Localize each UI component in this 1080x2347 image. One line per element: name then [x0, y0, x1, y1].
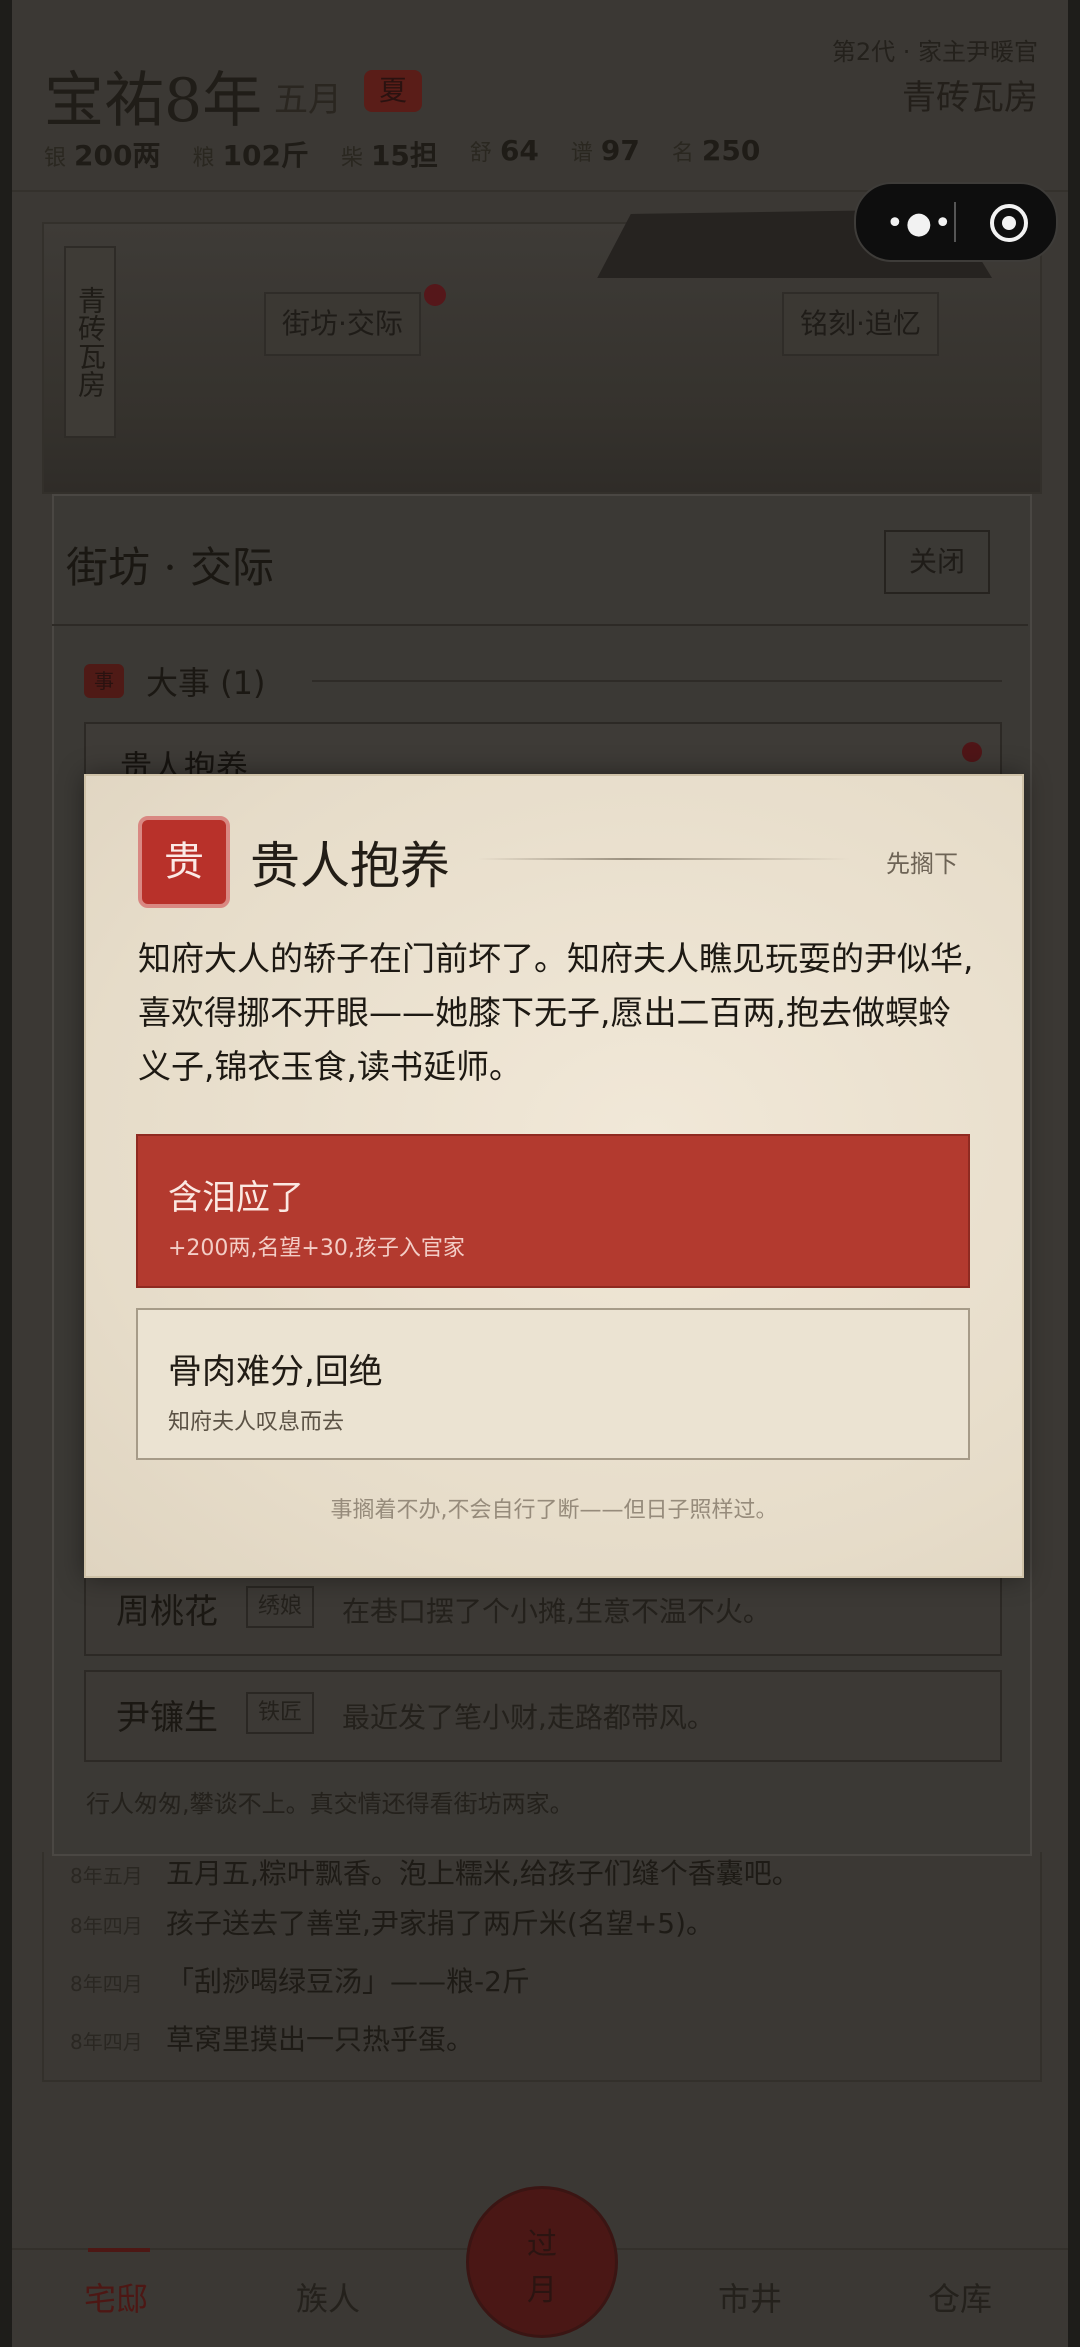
- panel-title: 街坊 · 交际: [66, 543, 275, 592]
- option-effect: +200两,名望+30,孩子入官家: [168, 1236, 465, 1261]
- house-vertical-tag: 青砖瓦房: [64, 246, 116, 438]
- log-item: 8年五月 五月五,粽叶飘香。泡上糯米,给孩子们缝个香囊吧。: [70, 1857, 800, 1890]
- log-item: 8年四月 「刮痧喝绿豆汤」——粮-2斤: [70, 1965, 530, 1998]
- month-label: 五月: [274, 80, 342, 120]
- scene-tag-memory[interactable]: 铭刻·追忆: [782, 292, 939, 356]
- close-button[interactable]: 关闭: [884, 530, 990, 594]
- tab-clan[interactable]: 族人: [296, 2274, 360, 2320]
- title-divider: [478, 858, 850, 860]
- panel-footer-note: 行人匆匆,攀谈不上。真交情还得看街坊两家。: [86, 1790, 574, 1818]
- resource-stats: 银 200两 粮 102斤 柴 15担 舒 64 谱 97 名 250: [44, 134, 760, 174]
- log-item: 8年四月 孩子送去了善堂,尹家捐了两斤米(名望+5)。: [70, 1907, 715, 1940]
- more-icon[interactable]: •●•: [886, 206, 954, 241]
- notification-dot: [962, 742, 982, 762]
- dialog-title: 贵人抱养: [250, 837, 450, 895]
- event-icon: 事: [84, 664, 124, 698]
- dialog-body: 知府大人的轿子在门前坏了。知府夫人瞧见玩耍的尹似华,喜欢得挪不开眼——她膝下无子…: [138, 939, 974, 1086]
- decline-option-button[interactable]: 骨肉难分,回绝 知府夫人叹息而去: [136, 1308, 970, 1460]
- accept-option-button[interactable]: 含泪应了 +200两,名望+30,孩子入官家: [136, 1134, 970, 1288]
- person-name: 周桃花: [116, 1592, 218, 1632]
- year-title: 宝祐8年: [44, 66, 263, 136]
- option-effect: 知府夫人叹息而去: [168, 1410, 345, 1435]
- log-item: 8年四月 草窝里摸出一只热乎蛋。: [70, 2023, 475, 2056]
- panel-divider: [52, 624, 1028, 626]
- stat-grain: 粮 102斤: [192, 139, 309, 172]
- capsule-divider: [954, 202, 956, 242]
- person-name: 尹镰生: [116, 1698, 218, 1738]
- close-target-icon[interactable]: [990, 204, 1028, 242]
- next-month-label-top: 过: [527, 2227, 557, 2262]
- house-label: 青砖瓦房: [902, 78, 1038, 118]
- notification-dot: [424, 284, 446, 306]
- stat-silver: 银 200两: [44, 139, 161, 172]
- noble-event-icon: 贵: [138, 816, 230, 908]
- option-title: 骨肉难分,回绝: [168, 1352, 383, 1392]
- stat-fame: 名 250: [671, 134, 761, 167]
- active-tab-indicator: [88, 2248, 150, 2252]
- stat-firewood: 柴 15担: [340, 139, 438, 172]
- stat-lineage: 谱 97: [570, 134, 640, 167]
- miniprogram-capsule: •●•: [854, 182, 1058, 262]
- app-screen: 宝祐8年 五月 夏 第2代 · 家主尹暖官 青砖瓦房 银 200两 粮 102斤 柴…: [12, 0, 1068, 2347]
- season-badge: 夏: [364, 70, 422, 112]
- scene-tag-social[interactable]: 街坊·交际: [264, 292, 421, 356]
- tab-market[interactable]: 市井: [718, 2274, 782, 2320]
- tab-warehouse[interactable]: 仓库: [928, 2274, 992, 2320]
- stat-comfort: 舒 64: [469, 134, 539, 167]
- person-role: 绣娘: [246, 1586, 315, 1628]
- person-role: 铁匠: [246, 1692, 315, 1734]
- option-title: 含泪应了: [168, 1178, 304, 1218]
- postpone-button[interactable]: 先搁下: [886, 844, 958, 879]
- person-desc: 最近发了笔小财,走路都带风。: [342, 1701, 715, 1734]
- tab-residence[interactable]: 宅邸: [84, 2274, 148, 2320]
- next-month-label-bottom: 月: [527, 2273, 557, 2308]
- generation-label: 第2代 · 家主尹暖官: [831, 38, 1038, 66]
- event-dialog: 贵 贵人抱养 先搁下 知府大人的轿子在门前坏了。知府夫人瞧见玩耍的尹似华,喜欢得…: [84, 774, 1024, 1578]
- section-divider: [312, 680, 1002, 682]
- person-desc: 在巷口摆了个小摊,生意不温不火。: [342, 1595, 771, 1628]
- next-month-button[interactable]: 过 月: [466, 2186, 618, 2338]
- person-row[interactable]: 尹镰生 铁匠 最近发了笔小财,走路都带风。: [84, 1670, 1002, 1762]
- dialog-note: 事搁着不办,不会自行了断——但日子照样过。: [330, 1498, 778, 1523]
- section-title: 大事 (1): [146, 664, 266, 702]
